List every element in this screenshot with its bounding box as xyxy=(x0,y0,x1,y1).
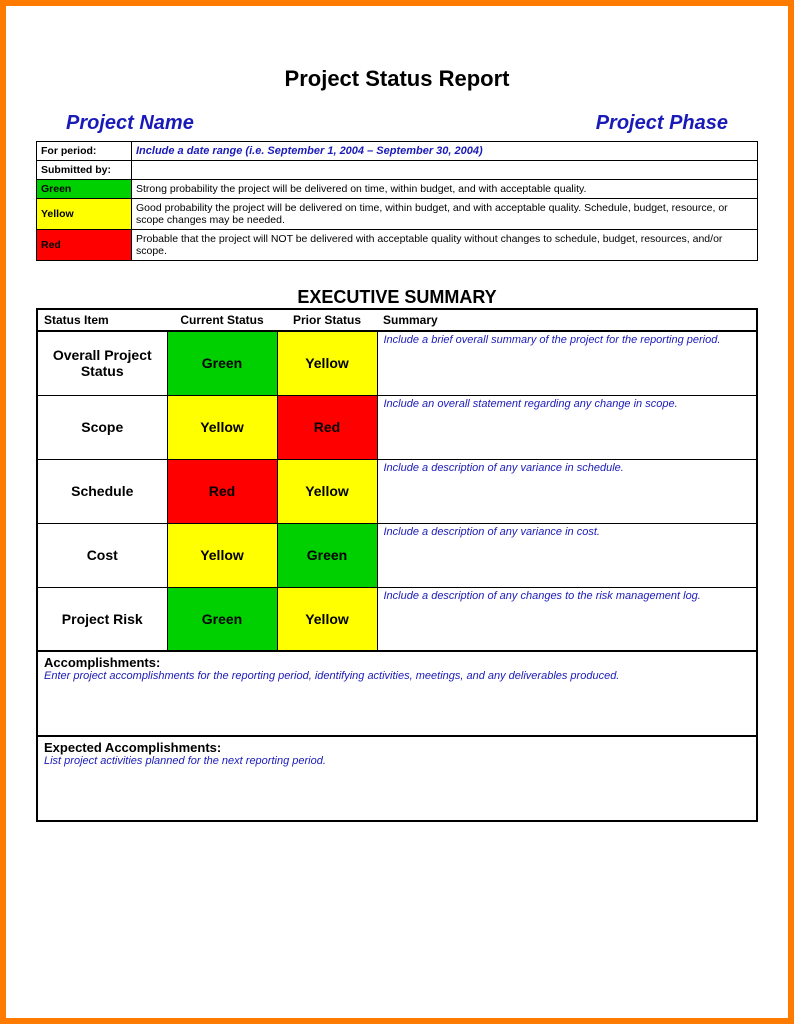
subhead-row: Project Name Project Phase xyxy=(36,112,758,141)
executive-summary-title: EXECUTIVE SUMMARY xyxy=(36,287,758,308)
item-schedule: Schedule xyxy=(37,459,167,523)
legend-green-label: Green xyxy=(37,180,132,199)
exec-row-overall: Overall Project Status Green Yellow Incl… xyxy=(37,331,757,395)
item-overall: Overall Project Status xyxy=(37,331,167,395)
project-phase-heading: Project Phase xyxy=(596,112,728,135)
for-period-label: For period: xyxy=(37,142,132,161)
for-period-value: Include a date range (i.e. September 1, … xyxy=(132,142,758,161)
legend-yellow-desc: Good probability the project will be del… xyxy=(132,199,758,230)
col-summary: Summary xyxy=(377,309,757,331)
expected-accomplishments-section: Expected Accomplishments: List project a… xyxy=(37,736,757,821)
legend-red-label: Red xyxy=(37,230,132,261)
exec-header-row: Status Item Current Status Prior Status … xyxy=(37,309,757,331)
accomplishments-label: Accomplishments: xyxy=(44,655,750,670)
submitted-by-label: Submitted by: xyxy=(37,161,132,180)
legend-row-green: Green Strong probability the project wil… xyxy=(37,180,758,199)
page-title: Project Status Report xyxy=(36,66,758,92)
scope-summary: Include an overall statement regarding a… xyxy=(377,395,757,459)
cost-current: Yellow xyxy=(167,523,277,587)
risk-current: Green xyxy=(167,587,277,651)
col-prior-status: Prior Status xyxy=(277,309,377,331)
for-period-row: For period: Include a date range (i.e. S… xyxy=(37,142,758,161)
document-page: Project Status Report Project Name Proje… xyxy=(0,0,794,1024)
col-status-item: Status Item xyxy=(37,309,167,331)
submitted-by-value xyxy=(132,161,758,180)
exec-row-cost: Cost Yellow Green Include a description … xyxy=(37,523,757,587)
header-info-table: For period: Include a date range (i.e. S… xyxy=(36,141,758,261)
legend-row-red: Red Probable that the project will NOT b… xyxy=(37,230,758,261)
accomplishments-section: Accomplishments: Enter project accomplis… xyxy=(37,651,757,736)
col-current-status: Current Status xyxy=(167,309,277,331)
expected-label: Expected Accomplishments: xyxy=(44,740,750,755)
legend-red-desc: Probable that the project will NOT be de… xyxy=(132,230,758,261)
overall-current: Green xyxy=(167,331,277,395)
scope-current: Yellow xyxy=(167,395,277,459)
legend-yellow-label: Yellow xyxy=(37,199,132,230)
overall-summary: Include a brief overall summary of the p… xyxy=(377,331,757,395)
item-risk: Project Risk xyxy=(37,587,167,651)
overall-prior: Yellow xyxy=(277,331,377,395)
item-cost: Cost xyxy=(37,523,167,587)
legend-row-yellow: Yellow Good probability the project will… xyxy=(37,199,758,230)
accomplishments-body: Enter project accomplishments for the re… xyxy=(44,670,750,682)
cost-summary: Include a description of any variance in… xyxy=(377,523,757,587)
exec-row-scope: Scope Yellow Red Include an overall stat… xyxy=(37,395,757,459)
submitted-by-row: Submitted by: xyxy=(37,161,758,180)
schedule-prior: Yellow xyxy=(277,459,377,523)
expected-body: List project activities planned for the … xyxy=(44,755,750,767)
project-name-heading: Project Name xyxy=(66,112,194,135)
item-scope: Scope xyxy=(37,395,167,459)
schedule-current: Red xyxy=(167,459,277,523)
executive-summary-table: Status Item Current Status Prior Status … xyxy=(36,308,758,822)
scope-prior: Red xyxy=(277,395,377,459)
legend-green-desc: Strong probability the project will be d… xyxy=(132,180,758,199)
risk-prior: Yellow xyxy=(277,587,377,651)
risk-summary: Include a description of any changes to … xyxy=(377,587,757,651)
exec-row-schedule: Schedule Red Yellow Include a descriptio… xyxy=(37,459,757,523)
cost-prior: Green xyxy=(277,523,377,587)
schedule-summary: Include a description of any variance in… xyxy=(377,459,757,523)
exec-row-risk: Project Risk Green Yellow Include a desc… xyxy=(37,587,757,651)
